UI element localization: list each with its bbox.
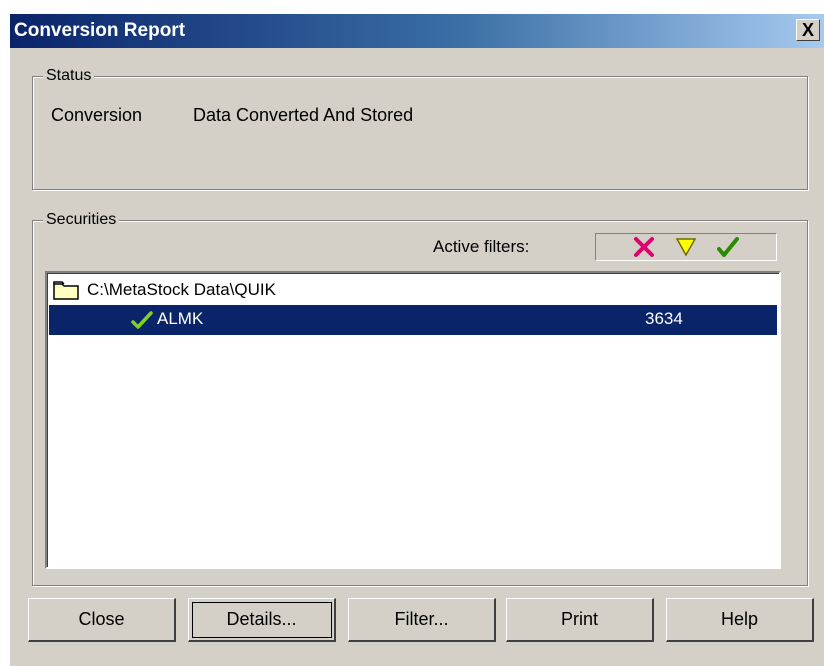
securities-group: Securities Active filters: C:\MetaStock … — [32, 211, 808, 586]
conversion-report-dialog: Conversion Report X Status Conversion Da… — [10, 14, 824, 666]
status-group: Status Conversion Data Converted And Sto… — [32, 67, 808, 190]
conversion-label: Conversion — [51, 105, 143, 125]
yellow-triangle-icon[interactable] — [675, 237, 697, 257]
details-button[interactable]: Details... — [188, 598, 336, 642]
active-filters-panel — [595, 233, 777, 261]
security-row-almk[interactable]: ALMK 3634 — [49, 305, 777, 335]
tree-root-folder[interactable]: C:\MetaStock Data\QUIK — [53, 277, 753, 303]
help-button[interactable]: Help — [666, 598, 814, 642]
red-x-icon[interactable] — [633, 236, 655, 258]
close-button[interactable]: Close — [28, 598, 176, 642]
filter-button[interactable]: Filter... — [348, 598, 496, 642]
close-window-button[interactable]: X — [796, 19, 820, 41]
security-count: 3634 — [645, 309, 683, 328]
securities-tree-list[interactable]: C:\MetaStock Data\QUIK ALMK 3634 — [45, 271, 781, 569]
folder-icon — [53, 280, 79, 300]
security-name: ALMK — [157, 309, 204, 328]
tree-root-label: C:\MetaStock Data\QUIK — [87, 280, 276, 299]
green-check-icon — [131, 311, 153, 334]
window-title: Conversion Report — [14, 20, 186, 41]
securities-legend: Securities — [43, 211, 120, 229]
status-legend: Status — [43, 67, 95, 85]
conversion-status-value: Data Converted And Stored — [193, 105, 414, 125]
print-button[interactable]: Print — [506, 598, 654, 642]
active-filters-label: Active filters: — [433, 237, 530, 256]
title-bar[interactable]: Conversion Report X — [10, 14, 824, 48]
green-check-icon[interactable] — [717, 237, 739, 257]
